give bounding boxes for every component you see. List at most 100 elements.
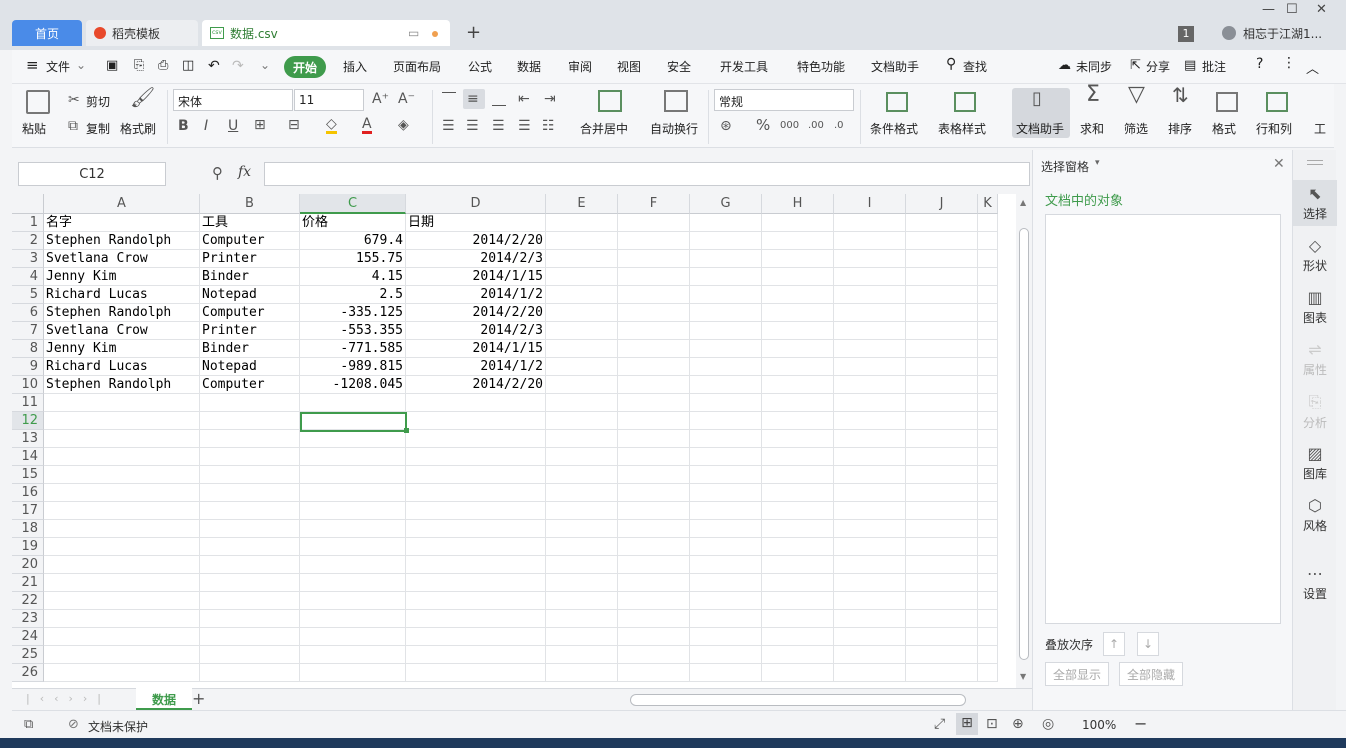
formula-input[interactable]: [264, 162, 1030, 186]
align-right-icon[interactable]: ☰: [492, 119, 505, 133]
cell-G17[interactable]: [690, 502, 762, 520]
cell-K25[interactable]: [978, 646, 998, 664]
cell-F19[interactable]: [618, 538, 690, 556]
cell-I18[interactable]: [834, 520, 906, 538]
row-header-7[interactable]: 7: [12, 322, 44, 340]
cell-B18[interactable]: [200, 520, 300, 538]
cell-D22[interactable]: [406, 592, 546, 610]
column-header-F[interactable]: F: [618, 194, 690, 214]
cell-F5[interactable]: [618, 286, 690, 304]
align-left-icon[interactable]: ☰: [442, 119, 455, 133]
cell-A11[interactable]: [44, 394, 200, 412]
cell-D25[interactable]: [406, 646, 546, 664]
cell-I21[interactable]: [834, 574, 906, 592]
cell-H20[interactable]: [762, 556, 834, 574]
cell-I8[interactable]: [834, 340, 906, 358]
menu-security[interactable]: 安全: [667, 58, 691, 75]
row-header-8[interactable]: 8: [12, 340, 44, 358]
cell-F10[interactable]: [618, 376, 690, 394]
menu-share[interactable]: 分享: [1146, 58, 1170, 75]
italic-icon[interactable]: I: [204, 119, 208, 133]
menu-doc-helper[interactable]: 文档助手: [871, 58, 919, 75]
cell-I13[interactable]: [834, 430, 906, 448]
cell-J18[interactable]: [906, 520, 978, 538]
eye-protect-icon[interactable]: ◎: [1042, 716, 1054, 732]
cell-B21[interactable]: [200, 574, 300, 592]
cell-E10[interactable]: [546, 376, 618, 394]
cell-A10[interactable]: Stephen Randolph: [44, 376, 200, 394]
cell-H10[interactable]: [762, 376, 834, 394]
cell-G11[interactable]: [690, 394, 762, 412]
row-header-17[interactable]: 17: [12, 502, 44, 520]
cell-A17[interactable]: [44, 502, 200, 520]
cell-J13[interactable]: [906, 430, 978, 448]
cell-B14[interactable]: [200, 448, 300, 466]
row-header-19[interactable]: 19: [12, 538, 44, 556]
cell-F26[interactable]: [618, 664, 690, 682]
cell-H24[interactable]: [762, 628, 834, 646]
cell-E17[interactable]: [546, 502, 618, 520]
cell-J21[interactable]: [906, 574, 978, 592]
cell-F20[interactable]: [618, 556, 690, 574]
cell-J2[interactable]: [906, 232, 978, 250]
protect-status[interactable]: 文档未保护: [88, 718, 148, 735]
cell-F18[interactable]: [618, 520, 690, 538]
cell-K22[interactable]: [978, 592, 998, 610]
menu-view[interactable]: 视图: [617, 58, 641, 75]
name-box[interactable]: C12: [18, 162, 166, 186]
cut-button[interactable]: 剪切: [86, 93, 110, 110]
cell-C25[interactable]: [300, 646, 406, 664]
row-header-18[interactable]: 18: [12, 520, 44, 538]
cell-B17[interactable]: [200, 502, 300, 520]
cell-K12[interactable]: [978, 412, 998, 430]
row-header-6[interactable]: 6: [12, 304, 44, 322]
cell-E5[interactable]: [546, 286, 618, 304]
cell-J8[interactable]: [906, 340, 978, 358]
cell-A26[interactable]: [44, 664, 200, 682]
monitor-icon[interactable]: ▭: [408, 26, 419, 40]
sort-button[interactable]: 排序: [1168, 120, 1192, 137]
cell-K1[interactable]: [978, 214, 998, 232]
cell-I24[interactable]: [834, 628, 906, 646]
cell-G25[interactable]: [690, 646, 762, 664]
cell-K13[interactable]: [978, 430, 998, 448]
export-icon[interactable]: ⎘: [134, 58, 144, 73]
column-header-B[interactable]: B: [200, 194, 300, 214]
cell-A4[interactable]: Jenny Kim: [44, 268, 200, 286]
cell-K26[interactable]: [978, 664, 998, 682]
cell-G5[interactable]: [690, 286, 762, 304]
cell-K8[interactable]: [978, 340, 998, 358]
cell-F8[interactable]: [618, 340, 690, 358]
cell-D1[interactable]: 日期: [406, 214, 546, 232]
cell-B4[interactable]: Binder: [200, 268, 300, 286]
menu-start[interactable]: 开始: [284, 56, 326, 78]
cell-J24[interactable]: [906, 628, 978, 646]
cell-J16[interactable]: [906, 484, 978, 502]
number-format-select[interactable]: 常规: [714, 89, 854, 111]
row-header-13[interactable]: 13: [12, 430, 44, 448]
column-header-G[interactable]: G: [690, 194, 762, 214]
cell-C7[interactable]: -553.355: [300, 322, 406, 340]
cell-K15[interactable]: [978, 466, 998, 484]
cell-I25[interactable]: [834, 646, 906, 664]
underline-icon[interactable]: U: [228, 119, 238, 133]
cell-I5[interactable]: [834, 286, 906, 304]
cell-G13[interactable]: [690, 430, 762, 448]
cell-B5[interactable]: Notepad: [200, 286, 300, 304]
cell-H9[interactable]: [762, 358, 834, 376]
cell-J20[interactable]: [906, 556, 978, 574]
cell-B10[interactable]: Computer: [200, 376, 300, 394]
cell-K19[interactable]: [978, 538, 998, 556]
zoom-find-icon[interactable]: ⚲: [212, 164, 223, 182]
menu-search[interactable]: 查找: [963, 58, 987, 75]
bring-forward-button[interactable]: ↑: [1103, 632, 1125, 656]
collapse-ribbon-icon[interactable]: ︿: [1306, 58, 1319, 77]
cell-B16[interactable]: [200, 484, 300, 502]
align-top-icon[interactable]: ⎺: [442, 92, 456, 106]
user-avatar[interactable]: [1222, 26, 1236, 40]
cell-G4[interactable]: [690, 268, 762, 286]
cell-D5[interactable]: 2014/1/2: [406, 286, 546, 304]
cell-H14[interactable]: [762, 448, 834, 466]
cell-E4[interactable]: [546, 268, 618, 286]
sheet-status-icon[interactable]: ⧉: [24, 717, 33, 732]
